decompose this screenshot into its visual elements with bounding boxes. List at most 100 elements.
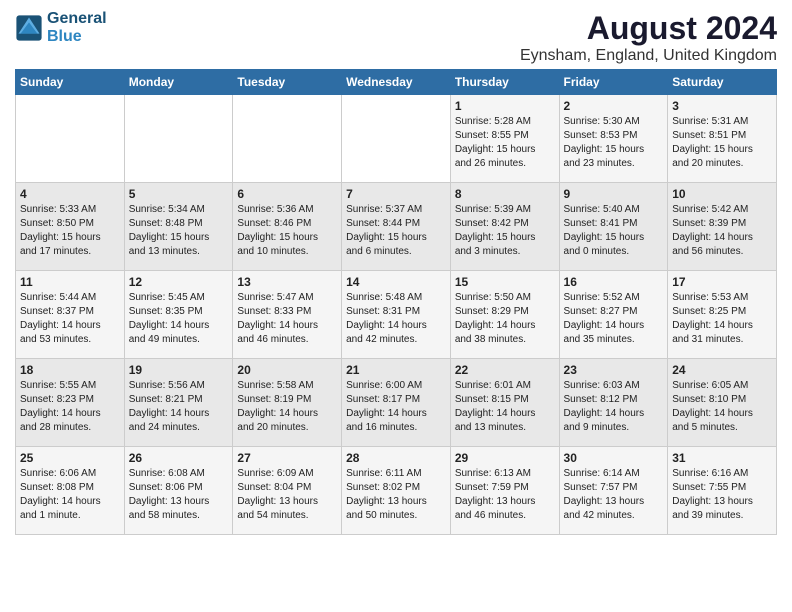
page: General Blue August 2024 Eynsham, Englan… (0, 0, 792, 545)
calendar-cell: 11Sunrise: 5:44 AM Sunset: 8:37 PM Dayli… (16, 271, 125, 359)
day-number: 22 (455, 363, 555, 377)
day-number: 14 (346, 275, 446, 289)
calendar-cell: 3Sunrise: 5:31 AM Sunset: 8:51 PM Daylig… (668, 95, 777, 183)
day-number: 29 (455, 451, 555, 465)
col-sunday: Sunday (16, 70, 125, 95)
calendar-cell: 21 Sunrise: 6:00 AM Sunset: 8:17 PM Dayli… (342, 359, 451, 447)
calendar-cell: 5Sunrise: 5:34 AM Sunset: 8:48 PM Daylig… (124, 183, 233, 271)
calendar-cell (124, 95, 233, 183)
calendar-cell: 8Sunrise: 5:39 AM Sunset: 8:42 PM Daylig… (450, 183, 559, 271)
day-number: 25 (20, 451, 120, 465)
day-info: Sunrise: 6:00 AM Sunset: 8:17 PM Dayligh… (346, 379, 446, 435)
day-info: Sunrise: 5:55 AM Sunset: 8:23 PM Dayligh… (20, 379, 120, 435)
day-number: 30 (564, 451, 664, 465)
calendar-week-3: 11Sunrise: 5:44 AM Sunset: 8:37 PM Dayli… (16, 271, 777, 359)
day-info: Sunrise: 5:40 AM Sunset: 8:41 PM Dayligh… (564, 203, 664, 259)
col-monday: Monday (124, 70, 233, 95)
calendar-cell: 2Sunrise: 5:30 AM Sunset: 8:53 PM Daylig… (559, 95, 668, 183)
day-number: 5 (129, 187, 229, 201)
day-info: Sunrise: 5:47 AM Sunset: 8:33 PM Dayligh… (237, 291, 337, 347)
day-number: 6 (237, 187, 337, 201)
day-info: Sunrise: 6:09 AM Sunset: 8:04 PM Dayligh… (237, 467, 337, 523)
day-number: 10 (672, 187, 772, 201)
day-number: 19 (129, 363, 229, 377)
day-number: 27 (237, 451, 337, 465)
calendar-cell (16, 95, 125, 183)
col-wednesday: Wednesday (342, 70, 451, 95)
logo-line1: General (47, 10, 107, 27)
day-number: 26 (129, 451, 229, 465)
logo-icon (15, 14, 43, 42)
calendar-cell: 14 Sunrise: 5:48 AM Sunset: 8:31 PM Dayli… (342, 271, 451, 359)
day-number: 18 (20, 363, 120, 377)
calendar-cell: 27 Sunrise: 6:09 AM Sunset: 8:04 PM Dayli… (233, 447, 342, 535)
day-number: 4 (20, 187, 120, 201)
day-number: 16 (564, 275, 664, 289)
calendar-cell (233, 95, 342, 183)
col-saturday: Saturday (668, 70, 777, 95)
col-tuesday: Tuesday (233, 70, 342, 95)
day-info: Sunrise: 5:50 AM Sunset: 8:29 PM Dayligh… (455, 291, 555, 347)
day-info: Sunrise: 5:37 AM Sunset: 8:44 PM Dayligh… (346, 203, 446, 259)
day-info: Sunrise: 5:30 AM Sunset: 8:53 PM Dayligh… (564, 115, 664, 171)
day-number: 15 (455, 275, 555, 289)
day-number: 20 (237, 363, 337, 377)
day-number: 31 (672, 451, 772, 465)
day-info: Sunrise: 5:45 AM Sunset: 8:35 PM Dayligh… (129, 291, 229, 347)
col-thursday: Thursday (450, 70, 559, 95)
calendar-cell: 18 Sunrise: 5:55 AM Sunset: 8:23 PM Dayli… (16, 359, 125, 447)
day-info: Sunrise: 5:58 AM Sunset: 8:19 PM Dayligh… (237, 379, 337, 435)
day-number: 17 (672, 275, 772, 289)
day-number: 12 (129, 275, 229, 289)
day-info: Sunrise: 5:53 AM Sunset: 8:25 PM Dayligh… (672, 291, 772, 347)
day-number: 13 (237, 275, 337, 289)
header: General Blue August 2024 Eynsham, Englan… (15, 10, 777, 65)
day-number: 8 (455, 187, 555, 201)
day-info: Sunrise: 5:42 AM Sunset: 8:39 PM Dayligh… (672, 203, 772, 259)
calendar-cell: 26 Sunrise: 6:08 AM Sunset: 8:06 PM Dayli… (124, 447, 233, 535)
title-area: August 2024 Eynsham, England, United Kin… (520, 10, 777, 65)
calendar-cell: 23 Sunrise: 6:03 AM Sunset: 8:12 PM Dayli… (559, 359, 668, 447)
day-number: 23 (564, 363, 664, 377)
calendar-cell: 15 Sunrise: 5:50 AM Sunset: 8:29 PM Dayli… (450, 271, 559, 359)
calendar-cell: 7 Sunrise: 5:37 AM Sunset: 8:44 PM Daylig… (342, 183, 451, 271)
day-info: Sunrise: 6:13 AM Sunset: 7:59 PM Dayligh… (455, 467, 555, 523)
day-info: Sunrise: 5:44 AM Sunset: 8:37 PM Dayligh… (20, 291, 120, 347)
calendar-cell: 17 Sunrise: 5:53 AM Sunset: 8:25 PM Dayli… (668, 271, 777, 359)
day-info: Sunrise: 6:03 AM Sunset: 8:12 PM Dayligh… (564, 379, 664, 435)
calendar-cell: 9 Sunrise: 5:40 AM Sunset: 8:41 PM Daylig… (559, 183, 668, 271)
day-info: Sunrise: 5:28 AM Sunset: 8:55 PM Dayligh… (455, 115, 555, 171)
logo-area: General Blue (15, 10, 107, 45)
day-info: Sunrise: 5:52 AM Sunset: 8:27 PM Dayligh… (564, 291, 664, 347)
day-number: 1 (455, 99, 555, 113)
page-subtitle: Eynsham, England, United Kingdom (520, 47, 777, 65)
calendar-week-5: 25 Sunrise: 6:06 AM Sunset: 8:08 PM Dayli… (16, 447, 777, 535)
day-number: 28 (346, 451, 446, 465)
day-number: 7 (346, 187, 446, 201)
calendar-cell: 19 Sunrise: 5:56 AM Sunset: 8:21 PM Dayli… (124, 359, 233, 447)
calendar-cell: 13 Sunrise: 5:47 AM Sunset: 8:33 PM Dayli… (233, 271, 342, 359)
calendar-cell: 20 Sunrise: 5:58 AM Sunset: 8:19 PM Dayli… (233, 359, 342, 447)
calendar-cell: 29 Sunrise: 6:13 AM Sunset: 7:59 PM Dayli… (450, 447, 559, 535)
day-info: Sunrise: 5:56 AM Sunset: 8:21 PM Dayligh… (129, 379, 229, 435)
logo-text: General Blue (47, 10, 107, 45)
day-info: Sunrise: 5:31 AM Sunset: 8:51 PM Dayligh… (672, 115, 772, 171)
calendar-cell: 6 Sunrise: 5:36 AM Sunset: 8:46 PM Daylig… (233, 183, 342, 271)
calendar-cell: 4Sunrise: 5:33 AM Sunset: 8:50 PM Daylig… (16, 183, 125, 271)
day-info: Sunrise: 6:08 AM Sunset: 8:06 PM Dayligh… (129, 467, 229, 523)
calendar-cell (342, 95, 451, 183)
calendar-cell: 24Sunrise: 6:05 AM Sunset: 8:10 PM Dayli… (668, 359, 777, 447)
calendar-table: Sunday Monday Tuesday Wednesday Thursday… (15, 69, 777, 535)
day-info: Sunrise: 6:06 AM Sunset: 8:08 PM Dayligh… (20, 467, 120, 523)
calendar-cell: 16 Sunrise: 5:52 AM Sunset: 8:27 PM Dayli… (559, 271, 668, 359)
logo-line2: Blue (47, 28, 82, 45)
day-number: 21 (346, 363, 446, 377)
day-info: Sunrise: 5:48 AM Sunset: 8:31 PM Dayligh… (346, 291, 446, 347)
calendar-cell: 22Sunrise: 6:01 AM Sunset: 8:15 PM Dayli… (450, 359, 559, 447)
day-info: Sunrise: 5:36 AM Sunset: 8:46 PM Dayligh… (237, 203, 337, 259)
col-friday: Friday (559, 70, 668, 95)
calendar-cell: 12 Sunrise: 5:45 AM Sunset: 8:35 PM Dayli… (124, 271, 233, 359)
day-number: 9 (564, 187, 664, 201)
page-title: August 2024 (520, 10, 777, 47)
day-info: Sunrise: 6:11 AM Sunset: 8:02 PM Dayligh… (346, 467, 446, 523)
